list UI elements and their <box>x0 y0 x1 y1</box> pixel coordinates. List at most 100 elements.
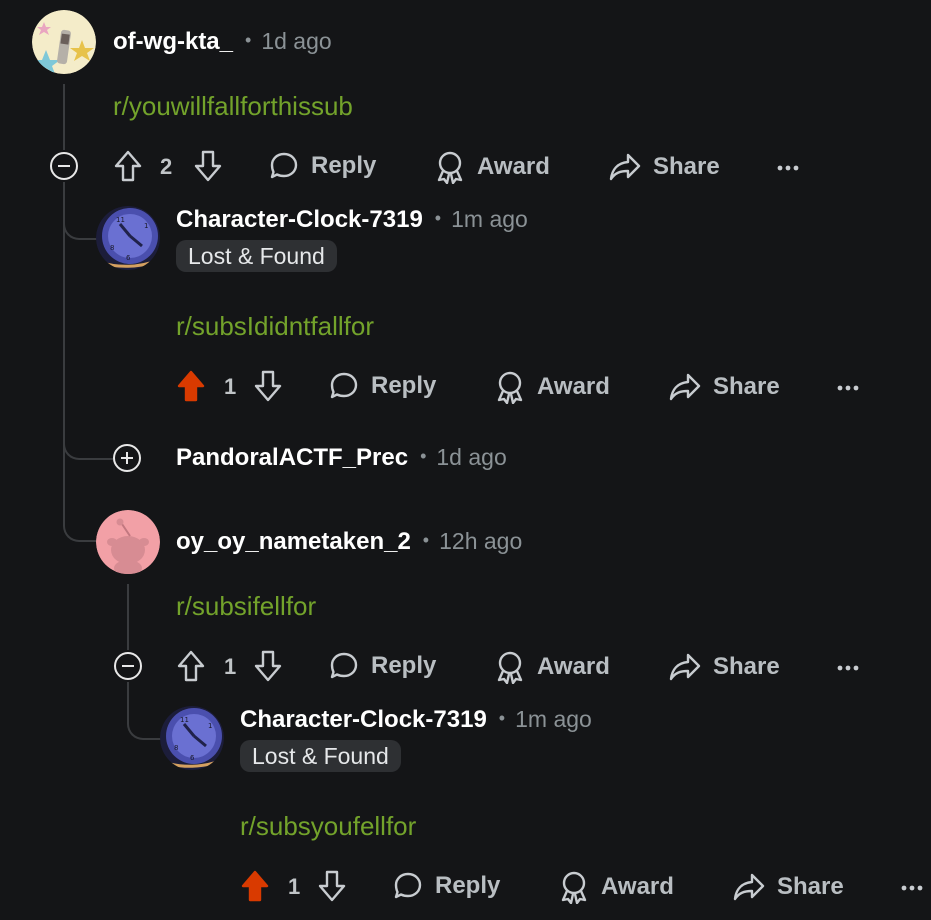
downvote-icon <box>194 150 222 182</box>
action-bar: 2 Reply Award Share <box>113 144 833 188</box>
share-label: Share <box>713 373 780 400</box>
separator-dot: • <box>498 708 506 728</box>
award-icon <box>561 871 587 904</box>
share-icon <box>609 153 641 181</box>
action-bar: 1 Reply Award Share <box>176 644 896 688</box>
award-label: Award <box>477 153 550 180</box>
collapse-icon[interactable] <box>50 152 78 180</box>
upvote-button[interactable] <box>113 149 143 183</box>
comment-header: of-wg-kta_ • 1d ago <box>113 28 332 56</box>
downvote-button[interactable] <box>193 149 223 183</box>
more-options-button[interactable] <box>837 660 859 678</box>
reply-label: Reply <box>311 152 377 179</box>
reply-button[interactable]: Reply <box>329 651 436 681</box>
reply-icon <box>330 372 358 399</box>
svg-text:6: 6 <box>190 754 195 762</box>
reply-button[interactable]: Reply <box>269 151 376 181</box>
share-label: Share <box>713 653 780 680</box>
downvote-button[interactable] <box>317 869 347 903</box>
comment-body-link[interactable]: r/subsifellfor <box>176 591 316 622</box>
downvote-icon <box>254 650 282 682</box>
username[interactable]: Character-Clock-7319 <box>240 706 487 734</box>
reply-button[interactable]: Reply <box>393 871 500 901</box>
avatar[interactable] <box>96 510 160 574</box>
username[interactable]: oy_oy_nametaken_2 <box>176 528 411 556</box>
thread-branch <box>127 682 163 740</box>
comment-header: Character-Clock-7319 • 1m ago <box>176 206 528 234</box>
vote-count: 1 <box>288 874 301 899</box>
user-flair: Lost & Found <box>176 240 337 272</box>
award-icon <box>437 151 463 184</box>
collapse-icon[interactable] <box>114 652 142 680</box>
award-label: Award <box>537 373 610 400</box>
upvote-icon <box>177 370 205 402</box>
share-button[interactable]: Share <box>609 152 720 182</box>
reply-label: Reply <box>371 652 437 679</box>
username[interactable]: of-wg-kta_ <box>113 28 233 56</box>
svg-text:1: 1 <box>144 222 148 230</box>
timestamp[interactable]: 1m ago <box>515 706 592 733</box>
username[interactable]: PandoralACTF_Prec <box>176 444 408 472</box>
downvote-button[interactable] <box>253 369 283 403</box>
thread-line <box>63 84 65 150</box>
avatar[interactable]: 11 1 8 6 <box>160 706 224 770</box>
award-button[interactable]: Award <box>495 650 610 684</box>
svg-text:11: 11 <box>116 216 125 224</box>
expand-icon[interactable] <box>113 444 141 472</box>
reply-label: Reply <box>435 872 501 899</box>
reply-icon <box>270 152 298 179</box>
share-button[interactable]: Share <box>733 872 844 902</box>
more-options-button[interactable] <box>901 880 923 898</box>
vote-count: 1 <box>224 654 237 679</box>
share-icon <box>669 373 701 401</box>
separator-dot: • <box>434 208 442 228</box>
comment-body-link[interactable]: r/subsIdidntfallfor <box>176 311 374 342</box>
comment-header: PandoralACTF_Prec • 1d ago <box>176 444 507 472</box>
reply-button[interactable]: Reply <box>329 371 436 401</box>
downvote-button[interactable] <box>253 649 283 683</box>
username[interactable]: Character-Clock-7319 <box>176 206 423 234</box>
more-icon <box>837 385 859 391</box>
upvote-button[interactable] <box>176 649 206 683</box>
timestamp[interactable]: 1m ago <box>451 206 528 233</box>
comment-body-link[interactable]: r/youwillfallforthissub <box>113 91 353 122</box>
avatar-image <box>32 10 96 74</box>
avatar[interactable]: 11 1 8 6 <box>96 206 160 270</box>
upvote-icon <box>114 150 142 182</box>
award-button[interactable]: Award <box>495 370 610 404</box>
timestamp[interactable]: 12h ago <box>439 528 522 555</box>
share-button[interactable]: Share <box>669 652 780 682</box>
share-button[interactable]: Share <box>669 372 780 402</box>
separator-dot: • <box>422 530 430 550</box>
award-label: Award <box>537 653 610 680</box>
upvote-button[interactable] <box>240 869 270 903</box>
timestamp[interactable]: 1d ago <box>436 444 506 471</box>
more-icon <box>901 885 923 891</box>
separator-dot: • <box>420 446 427 466</box>
thread-branch <box>63 400 113 460</box>
thread-line <box>127 584 129 650</box>
reply-icon <box>330 652 358 679</box>
more-icon <box>777 165 799 171</box>
award-button[interactable]: Award <box>559 870 674 904</box>
avatar-image: 11 1 8 6 <box>96 206 160 270</box>
timestamp[interactable]: 1d ago <box>261 28 331 55</box>
award-button[interactable]: Award <box>435 150 550 184</box>
vote-count: 2 <box>160 154 173 179</box>
svg-text:8: 8 <box>174 744 178 752</box>
comment-header: oy_oy_nametaken_2 • 12h ago <box>176 528 522 556</box>
share-label: Share <box>777 873 844 900</box>
avatar-image: 11 1 8 6 <box>160 706 224 770</box>
upvote-button[interactable] <box>176 369 206 403</box>
share-icon <box>669 653 701 681</box>
share-icon <box>733 873 765 901</box>
more-options-button[interactable] <box>837 380 859 398</box>
comment-body-link[interactable]: r/subsyoufellfor <box>240 811 416 842</box>
avatar[interactable] <box>32 10 96 74</box>
svg-text:6: 6 <box>126 254 131 262</box>
user-flair: Lost & Found <box>240 740 401 772</box>
upvote-icon <box>241 870 269 902</box>
more-options-button[interactable] <box>777 160 799 178</box>
award-icon <box>497 371 523 404</box>
reply-icon <box>394 872 422 899</box>
